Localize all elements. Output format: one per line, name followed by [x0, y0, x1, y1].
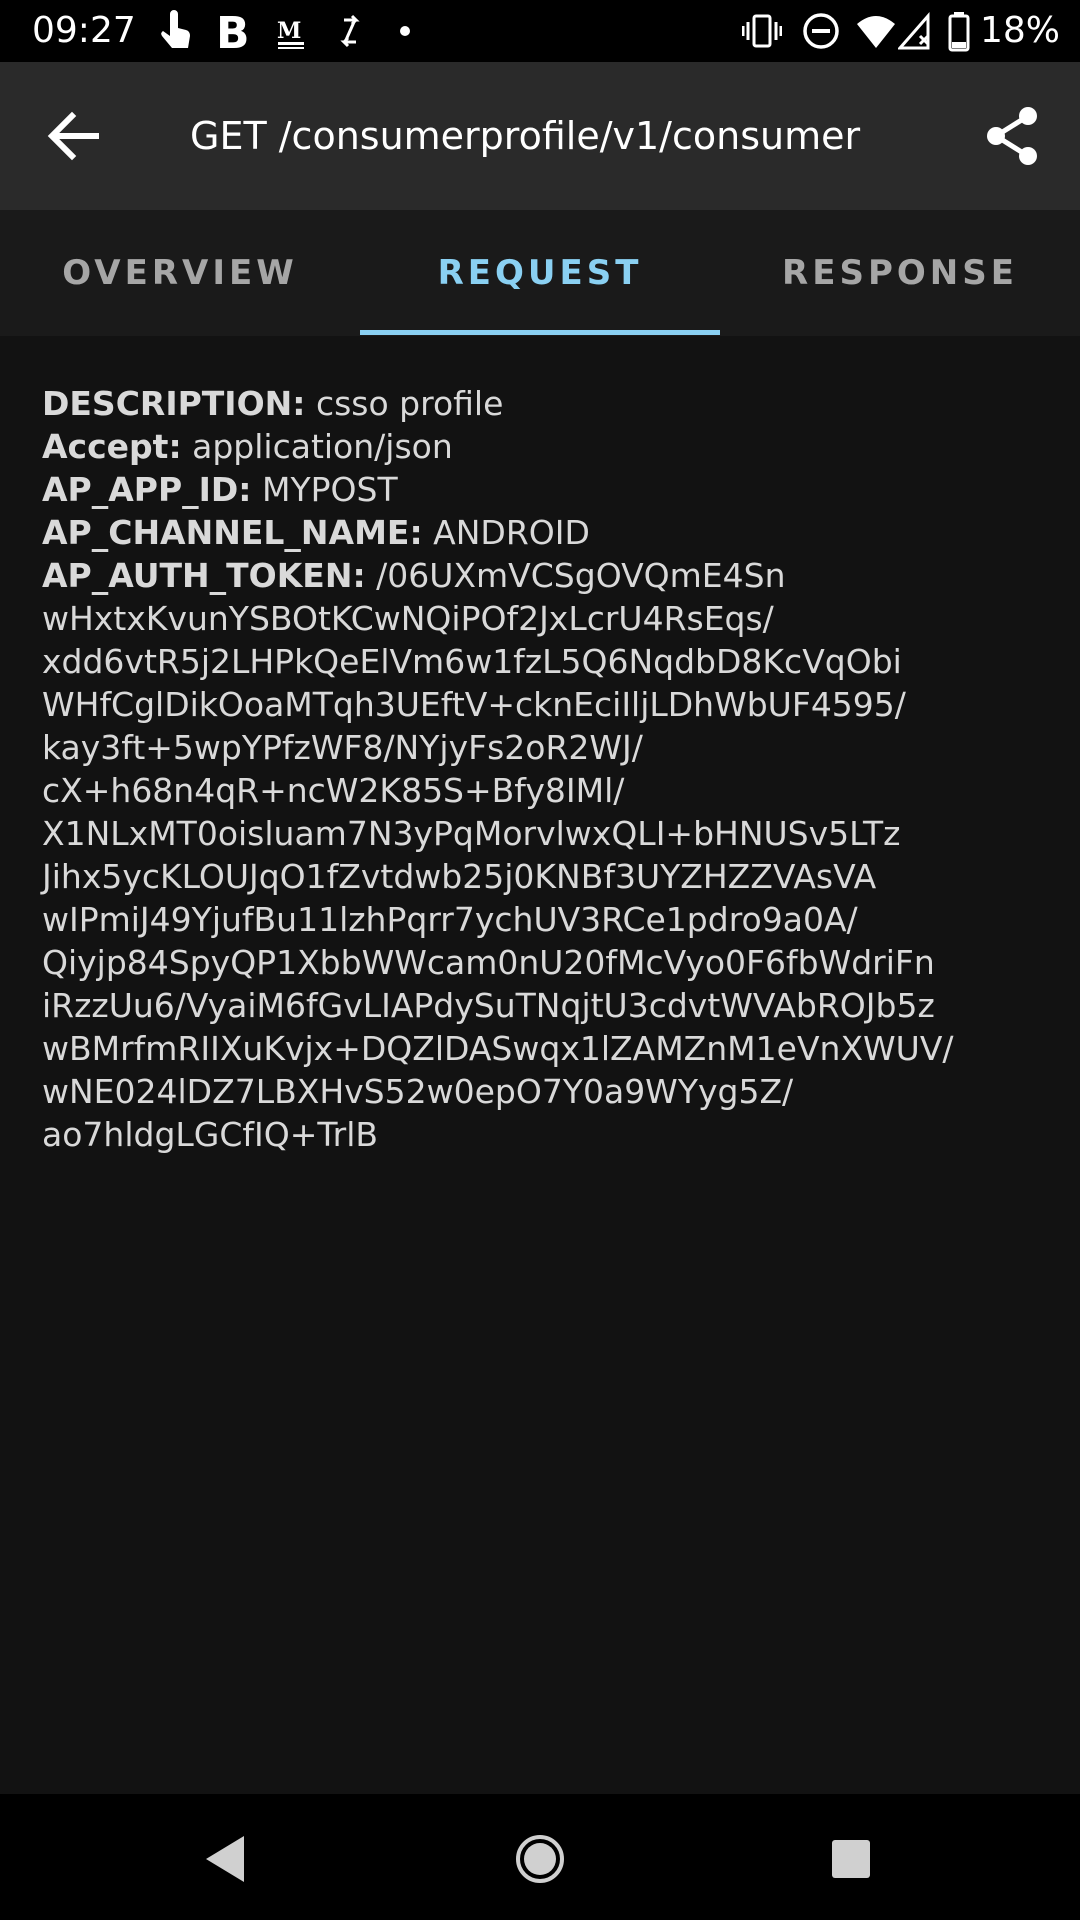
header-key: Accept:: [42, 427, 182, 466]
share-icon: [987, 107, 1037, 165]
header-row: DESCRIPTION: csso profile: [42, 382, 1042, 425]
token-line: wIPmiJ49YjufBu11lzhPqrr7ychUV3RCe1pdro9a…: [42, 900, 858, 939]
tab-response[interactable]: RESPONSE: [720, 210, 1080, 336]
wifi-icon: [857, 16, 895, 48]
page-title: GET /consumerprofile/v1/consumer: [190, 114, 861, 158]
token-line: wBMrfmRIIXuKvjx+DQZlDASwqx1lZAMZnM1eVnXW…: [42, 1029, 954, 1068]
nav-recents-button[interactable]: [816, 1824, 886, 1894]
token-line: iRzzUu6/VyaiM6fGvLIAPdySuTNqjtU3cdvtWVAb…: [42, 986, 935, 1025]
header-value: ANDROID: [422, 513, 590, 552]
token-line: wNE024lDZ7LBXHvS52w0epO7Y0a9WYyg5Z/: [42, 1072, 794, 1111]
dot-icon: [400, 26, 410, 36]
header-row: AP_AUTH_TOKEN: /06UXmVCSgOVQmE4Sn: [42, 554, 1042, 597]
back-button[interactable]: [40, 102, 108, 170]
share-button[interactable]: [982, 104, 1046, 168]
dnd-icon: [803, 13, 839, 49]
token-line: cX+h68n4qR+ncW2K85S+Bfy8IMl/: [42, 771, 625, 810]
status-bar: 09:27 B M 18%: [0, 0, 1080, 62]
token-line: WHfCglDikOoaMTqh3UEftV+cknEciIljLDhWbUF4…: [42, 685, 906, 724]
arrow-back-icon: [47, 111, 99, 161]
vibrate-icon: [742, 14, 782, 48]
header-value: MYPOST: [251, 470, 398, 509]
tab-overview[interactable]: OVERVIEW: [0, 210, 360, 336]
app-bar: GET /consumerprofile/v1/consumer: [0, 62, 1080, 210]
request-headers: DESCRIPTION: csso profile Accept: applic…: [42, 382, 1042, 1156]
nav-back-icon: [206, 1836, 244, 1882]
nav-home-icon: [516, 1835, 564, 1883]
header-key: AP_AUTH_TOKEN:: [42, 556, 366, 595]
tab-bar: OVERVIEW REQUEST RESPONSE: [0, 210, 1080, 336]
sync-icon: [340, 14, 360, 48]
token-line: Qiyjp84SpyQP1XbbWWcam0nU20fMcVyo0F6fbWdr…: [42, 943, 935, 982]
nav-back-button[interactable]: [190, 1824, 260, 1894]
header-key: AP_CHANNEL_NAME:: [42, 513, 423, 552]
nav-recents-icon: [832, 1840, 870, 1878]
token-line: xdd6vtR5j2LHPkQeElVm6w1fzL5Q6NqdbD8KcVqO…: [42, 642, 902, 681]
nav-home-button[interactable]: [505, 1824, 575, 1894]
token-line: kay3ft+5wpYPfzWF8/NYjyFs2oR2WJ/: [42, 728, 643, 767]
battery-percentage: 18%: [980, 10, 1061, 51]
b-app-icon: B: [216, 10, 250, 52]
token-line: Jihx5ycKLOUJqO1fZvtdwb25j0KNBf3UYZHZZVAs…: [42, 857, 877, 896]
svg-text:B: B: [216, 10, 250, 52]
header-row: AP_APP_ID: MYPOST: [42, 468, 1042, 511]
battery-icon: [948, 12, 970, 52]
header-key: AP_APP_ID:: [42, 470, 252, 509]
header-key: DESCRIPTION:: [42, 384, 306, 423]
tab-request[interactable]: REQUEST: [360, 210, 720, 336]
header-value: /06UXmVCSgOVQmE4Sn: [365, 556, 786, 595]
token-line: X1NLxMT0oisluam7N3yPqMorvlwxQLI+bHNUSv5L…: [42, 814, 901, 853]
svg-text:M: M: [277, 18, 301, 44]
system-nav-bar: [0, 1794, 1080, 1920]
token-line: wHxtxKvunYSBOtKCwNQiPOf2JxLcrU4RsEqs/: [42, 599, 774, 638]
header-row: Accept: application/json: [42, 425, 1042, 468]
header-value: application/json: [181, 427, 453, 466]
header-row: AP_CHANNEL_NAME: ANDROID: [42, 511, 1042, 554]
signal-icon: [898, 12, 930, 50]
touch-icon: [161, 10, 190, 48]
token-line: ao7hldgLGCfIQ+TrlB: [42, 1115, 379, 1154]
header-value: csso profile: [305, 384, 504, 423]
status-time: 09:27: [32, 10, 136, 51]
tab-indicator: [360, 330, 720, 335]
gmail-icon: M: [277, 18, 304, 49]
